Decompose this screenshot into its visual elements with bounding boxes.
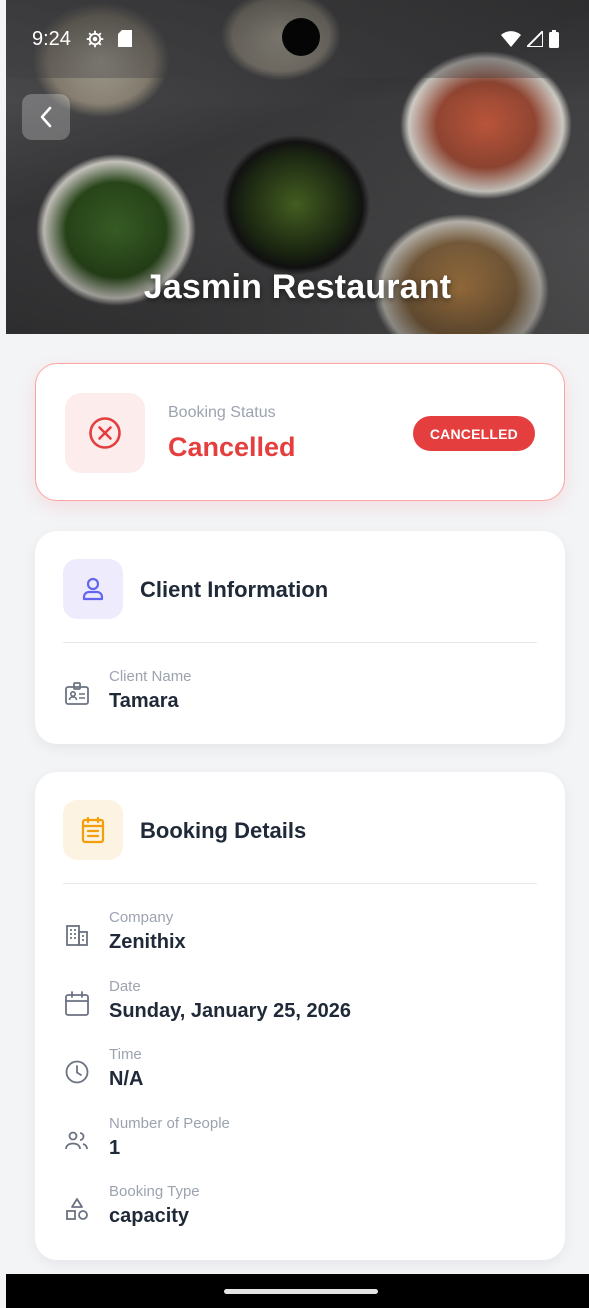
status-badge: CANCELLED bbox=[412, 416, 535, 451]
client-section-title: Client Information bbox=[140, 577, 329, 602]
time-row: Time N/A bbox=[63, 1046, 537, 1096]
status-indicators bbox=[501, 30, 559, 48]
navigation-bar bbox=[6, 1274, 589, 1308]
time-value: N/A bbox=[109, 1068, 144, 1090]
booking-type-value: capacity bbox=[109, 1205, 190, 1227]
divider bbox=[63, 642, 537, 643]
people-icon bbox=[63, 1127, 91, 1155]
signal-icon bbox=[527, 31, 543, 47]
home-gesture-handle[interactable] bbox=[224, 1289, 378, 1294]
company-row: Company Zenithix bbox=[63, 909, 537, 959]
people-label: Number of People bbox=[109, 1115, 230, 1132]
client-name-value: Tamara bbox=[109, 690, 179, 712]
settings-icon bbox=[86, 30, 104, 48]
date-label: Date bbox=[109, 978, 141, 995]
date-row: Date Sunday, January 25, 2026 bbox=[63, 978, 537, 1028]
booking-status-value: Cancelled bbox=[168, 432, 296, 462]
chevron-left-icon bbox=[40, 106, 52, 128]
company-value: Zenithix bbox=[109, 931, 186, 953]
date-value: Sunday, January 25, 2026 bbox=[109, 1000, 351, 1022]
restaurant-title: Jasmin Restaurant bbox=[143, 268, 452, 306]
camera-cutout bbox=[282, 18, 320, 56]
building-icon bbox=[63, 921, 91, 949]
people-row: Number of People 1 bbox=[63, 1115, 537, 1165]
client-name-label: Client Name bbox=[109, 668, 192, 685]
client-name-row: Client Name Tamara bbox=[63, 668, 537, 718]
booking-icon-container bbox=[63, 800, 123, 860]
time-label: Time bbox=[109, 1046, 142, 1063]
shapes-icon bbox=[63, 1195, 91, 1223]
booking-type-row: Booking Type capacity bbox=[63, 1183, 537, 1233]
client-icon-container bbox=[63, 559, 123, 619]
booking-status-label: Booking Status bbox=[168, 404, 276, 421]
back-button[interactable] bbox=[22, 94, 70, 140]
clock-icon bbox=[63, 1058, 91, 1086]
cancel-circle-icon bbox=[89, 417, 121, 449]
booking-section-title: Booking Details bbox=[140, 818, 307, 843]
client-information-card: Client Information Client Name Tamara bbox=[35, 531, 565, 744]
booking-status-card: Booking Status Cancelled CANCELLED bbox=[35, 363, 565, 501]
calendar-icon bbox=[63, 990, 91, 1018]
document-list-icon bbox=[81, 816, 105, 844]
people-value: 1 bbox=[109, 1137, 121, 1159]
status-bar: 9:24 bbox=[6, 0, 589, 78]
user-icon bbox=[82, 577, 104, 601]
company-label: Company bbox=[109, 909, 174, 926]
sd-card-icon bbox=[118, 30, 132, 47]
battery-icon bbox=[549, 30, 559, 48]
divider bbox=[63, 883, 537, 884]
booking-details-card: Booking Details Company Zenithix Date Su… bbox=[35, 772, 565, 1260]
booking-type-label: Booking Type bbox=[109, 1183, 200, 1200]
status-time: 9:24 bbox=[32, 28, 71, 50]
id-card-icon bbox=[63, 680, 91, 708]
status-icon-container bbox=[65, 393, 145, 473]
wifi-icon bbox=[501, 31, 521, 47]
